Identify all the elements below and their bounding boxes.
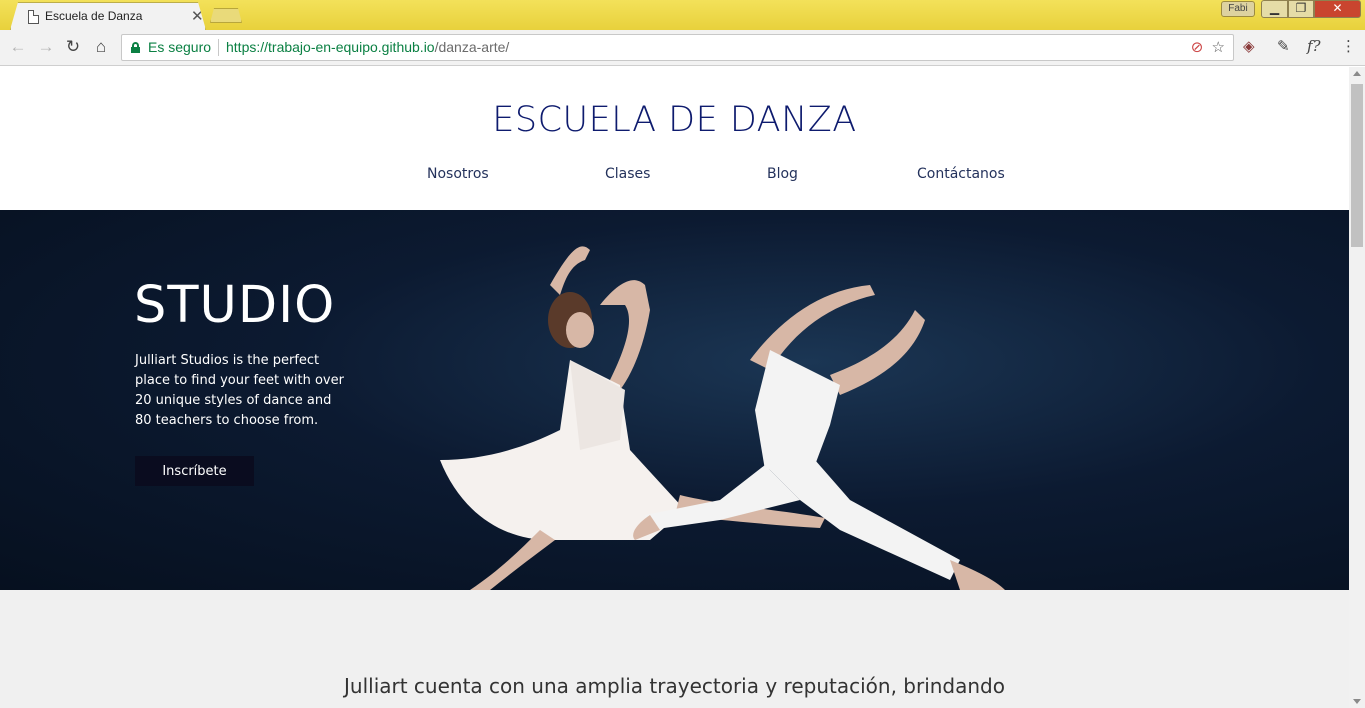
menu-icon[interactable]: ⋮ <box>1341 37 1356 55</box>
back-icon[interactable]: ← <box>7 36 29 58</box>
blocked-content-icon[interactable]: ⊘ <box>1191 39 1204 56</box>
nav-link-clases[interactable]: Clases <box>605 166 650 182</box>
about-text: Julliart cuenta con una amplia trayector… <box>344 674 1005 698</box>
reload-icon[interactable]: ↻ <box>62 36 84 58</box>
url-host: https://trabajo-en-equipo.github.io <box>226 39 435 55</box>
close-window-button[interactable]: ✕ <box>1314 0 1361 18</box>
divider <box>218 39 219 56</box>
minimize-button[interactable]: ▁ <box>1261 0 1288 18</box>
page-icon <box>28 10 39 24</box>
color-picker-extension-icon[interactable]: ✎ <box>1277 37 1290 55</box>
browser-toolbar: ← → ↻ ⌂ Es seguro https://trabajo-en-equ… <box>0 30 1365 66</box>
security-label[interactable]: Es seguro <box>148 39 211 55</box>
site-title: ESCUELA DE DANZA <box>492 100 857 140</box>
nav-link-nosotros[interactable]: Nosotros <box>427 166 489 182</box>
browser-tab[interactable]: Escuela de Danza ✕ <box>10 2 206 30</box>
scroll-down-icon[interactable] <box>1353 699 1361 704</box>
vertical-scrollbar[interactable] <box>1349 67 1365 708</box>
font-extension-icon[interactable]: f? <box>1307 37 1321 55</box>
scrollbar-thumb[interactable] <box>1351 84 1363 247</box>
profile-button[interactable]: Fabi <box>1221 1 1255 17</box>
nav-link-blog[interactable]: Blog <box>767 166 798 182</box>
forward-icon[interactable]: → <box>35 36 57 58</box>
address-bar[interactable]: Es seguro https://trabajo-en-equipo.gith… <box>121 34 1234 61</box>
home-icon[interactable]: ⌂ <box>90 36 112 58</box>
hero-banner: STUDIO Julliart Studios is the perfect p… <box>0 210 1349 590</box>
bookmark-star-icon[interactable]: ☆ <box>1212 39 1225 56</box>
url-path: /danza-arte/ <box>434 39 510 55</box>
tab-title: Escuela de Danza <box>45 9 143 23</box>
hero-description: Julliart Studios is the perfect place to… <box>135 353 344 428</box>
close-tab-icon[interactable]: ✕ <box>191 7 204 25</box>
dancers-image <box>440 246 1005 590</box>
extension-icon[interactable]: ◈ <box>1243 37 1255 55</box>
about-section: Julliart cuenta con una amplia trayector… <box>0 590 1349 708</box>
maximize-button[interactable]: ❐ <box>1288 0 1314 18</box>
signup-button[interactable]: Inscríbete <box>135 456 254 486</box>
browser-titlebar: Escuela de Danza ✕ Fabi ▁ ❐ ✕ <box>0 0 1365 30</box>
lock-icon[interactable] <box>131 42 140 53</box>
nav-link-contactanos[interactable]: Contáctanos <box>917 166 1005 182</box>
scroll-up-icon[interactable] <box>1353 71 1361 76</box>
hero-heading: STUDIO <box>134 276 336 335</box>
new-tab-button[interactable] <box>210 8 242 23</box>
web-page: ESCUELA DE DANZA Nosotros Clases Blog Co… <box>0 67 1349 708</box>
url-text[interactable]: https://trabajo-en-equipo.github.io/danz… <box>226 39 509 55</box>
